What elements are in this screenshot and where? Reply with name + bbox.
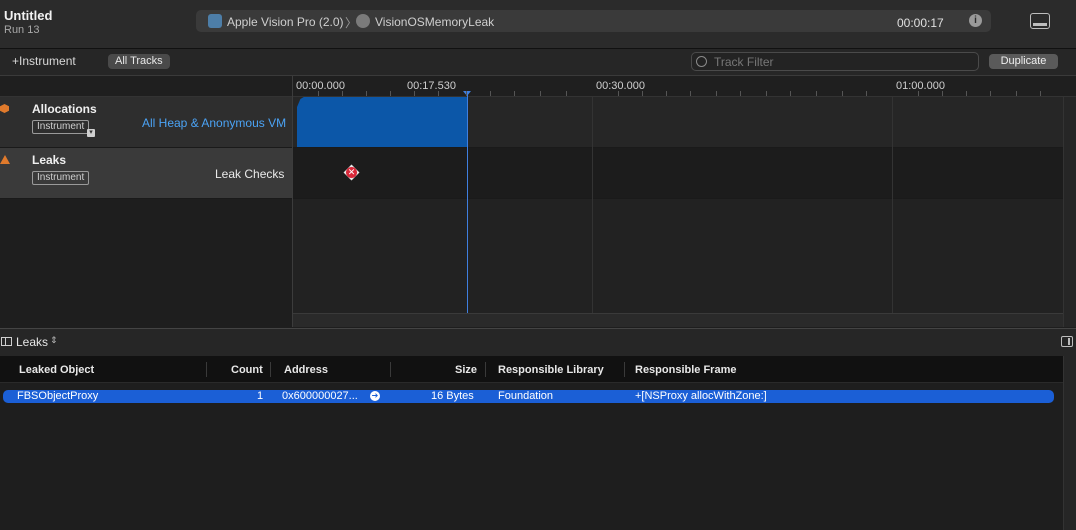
cell-leaked-object: FBSObjectProxy	[17, 390, 99, 402]
timeline-horizontal-scrollbar[interactable]	[293, 313, 1063, 327]
cell-count: 1	[257, 390, 264, 402]
info-icon[interactable]: i	[969, 14, 982, 27]
ruler-minor-tick	[918, 91, 919, 96]
x-icon: ✕	[346, 167, 357, 178]
document-title: Untitled	[4, 8, 53, 23]
column-separator[interactable]	[485, 362, 486, 377]
ruler-minor-tick	[842, 91, 843, 96]
time-tick-label: 01:00.000	[896, 80, 945, 92]
column-separator[interactable]	[624, 362, 625, 377]
instrument-badge: Instrument	[32, 120, 90, 134]
table-body	[0, 383, 1063, 530]
track-filter-input[interactable]	[714, 55, 964, 69]
table-view-icon	[1, 337, 12, 346]
column-header-responsible-library[interactable]: Responsible Library	[498, 364, 604, 376]
chevron-down-icon[interactable]: ▾	[87, 129, 95, 137]
timeline-vertical-scrollbar[interactable]	[1063, 97, 1076, 327]
process-selector[interactable]: VisionOSMemoryLeak	[375, 15, 494, 29]
ruler-minor-tick	[414, 91, 415, 96]
ruler-minor-tick	[438, 91, 439, 96]
ruler-minor-tick	[1040, 91, 1041, 96]
ruler-minor-tick	[566, 91, 567, 96]
ruler-minor-tick	[990, 91, 991, 96]
ruler-minor-tick	[690, 91, 691, 96]
device-selector[interactable]: Apple Vision Pro (2.0)	[227, 15, 344, 29]
ruler-minor-tick	[716, 91, 717, 96]
track-header-spacer	[0, 76, 292, 97]
ruler-minor-tick	[490, 91, 491, 96]
ruler-minor-tick	[642, 91, 643, 96]
ruler-minor-tick	[618, 91, 619, 96]
detail-bar	[0, 328, 1076, 357]
column-header-size[interactable]: Size	[455, 364, 477, 376]
cell-address: 0x600000027...	[282, 390, 358, 402]
column-header-responsible-frame[interactable]: Responsible Frame	[635, 364, 736, 376]
column-separator[interactable]	[206, 362, 207, 377]
elapsed-time: 00:00:17	[897, 16, 944, 30]
device-icon	[208, 14, 222, 28]
ruler-minor-tick	[966, 91, 967, 96]
track-list-empty-area	[0, 199, 292, 327]
ruler-minor-tick	[766, 91, 767, 96]
cell-responsible-frame: +[NSProxy allocWithZone:]	[635, 390, 767, 402]
ruler-minor-tick	[866, 91, 867, 96]
grid-line	[592, 97, 593, 327]
grid-line	[892, 97, 893, 327]
add-instrument-button[interactable]: +Instrument	[12, 54, 76, 68]
allocations-graph	[297, 97, 467, 147]
ruler-minor-tick	[342, 91, 343, 96]
all-tracks-button[interactable]: All Tracks	[108, 54, 170, 69]
cell-size: 16 Bytes	[431, 390, 474, 402]
leaks-lane[interactable]	[293, 148, 1063, 199]
ruler-minor-tick	[318, 91, 319, 96]
track-detail-selector[interactable]: All Heap & Anonymous VM	[142, 116, 286, 130]
column-separator[interactable]	[390, 362, 391, 377]
detail-view-selector[interactable]: Leaks	[16, 335, 48, 349]
ruler-minor-tick	[366, 91, 367, 96]
run-label: Run 13	[4, 24, 40, 36]
go-to-arrow-icon[interactable]: ➔	[370, 391, 380, 401]
inspector-toggle-icon[interactable]	[1061, 336, 1073, 347]
up-down-chevron-icon[interactable]: ⇕	[50, 335, 58, 346]
ruler-minor-tick	[790, 91, 791, 96]
leak-check-failed-icon[interactable]: ✕	[343, 164, 360, 181]
column-header-address[interactable]: Address	[284, 364, 328, 376]
leaks-icon	[0, 155, 10, 164]
empty-timeline-lane	[293, 199, 1063, 313]
column-header-leaked-object[interactable]: Leaked Object	[19, 364, 94, 376]
ruler-minor-tick	[514, 91, 515, 96]
cell-responsible-library: Foundation	[498, 390, 554, 402]
ruler-minor-tick	[942, 91, 943, 96]
ruler-minor-tick	[540, 91, 541, 96]
ruler-minor-tick	[666, 91, 667, 96]
column-header-count[interactable]: Count	[231, 364, 263, 376]
ruler-minor-tick	[816, 91, 817, 96]
ruler-minor-tick	[740, 91, 741, 96]
ruler-minor-tick	[390, 91, 391, 96]
ruler-minor-tick	[1016, 91, 1017, 96]
track-name: Leaks	[32, 153, 67, 167]
duplicate-button[interactable]: Duplicate	[989, 54, 1058, 69]
playhead[interactable]	[467, 93, 468, 327]
filter-icon	[696, 56, 707, 67]
time-tick-label: 00:00.000	[296, 80, 345, 92]
time-tick-label: 00:30.000	[596, 80, 645, 92]
ruler-minor-tick	[466, 91, 467, 96]
instrument-badge: Instrument	[32, 171, 90, 185]
bottom-panel-toggle-icon[interactable]	[1030, 13, 1050, 29]
app-icon	[356, 14, 370, 28]
track-name: Allocations	[32, 102, 97, 116]
column-separator[interactable]	[270, 362, 271, 377]
table-vertical-scrollbar[interactable]	[1063, 356, 1076, 530]
track-detail-label: Leak Checks	[215, 167, 285, 181]
